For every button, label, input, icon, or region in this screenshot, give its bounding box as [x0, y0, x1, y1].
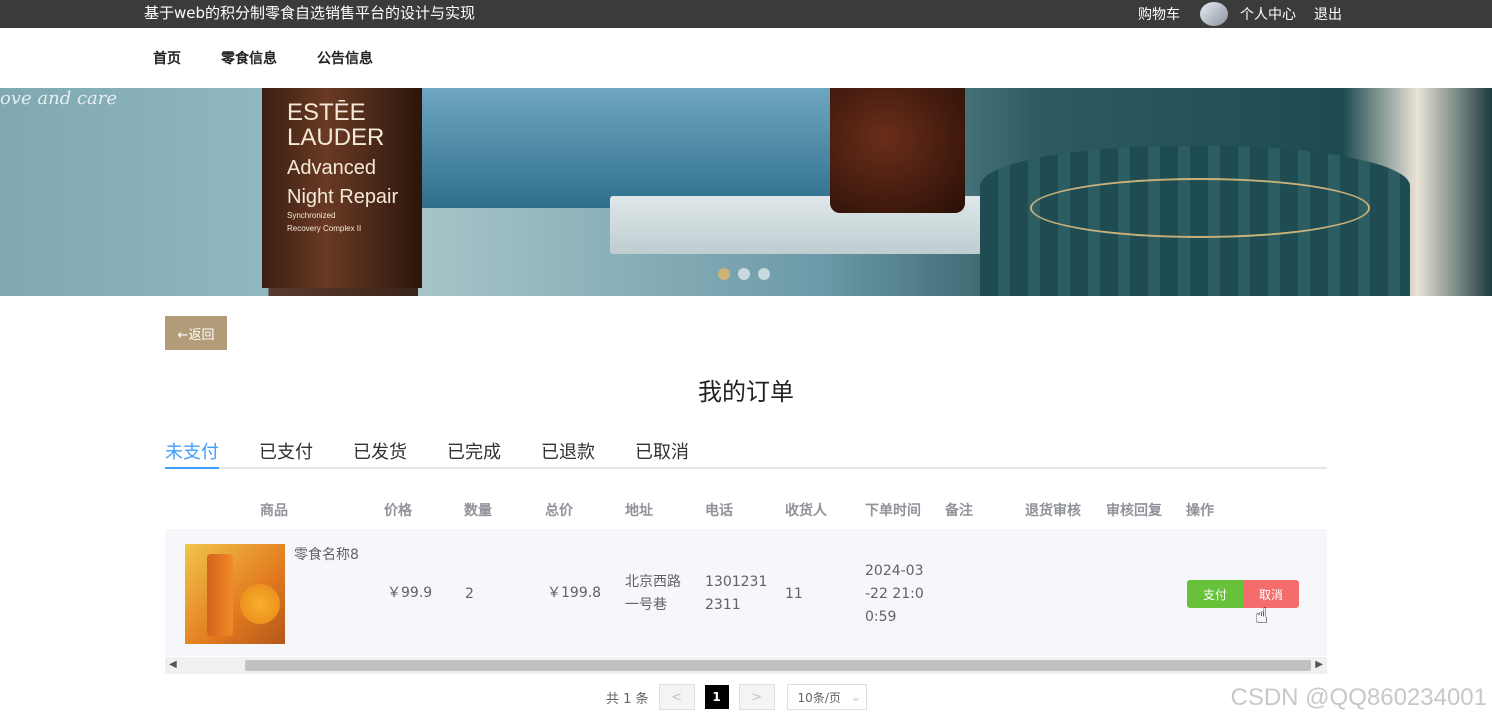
column-header: 商品: [260, 503, 288, 519]
order-time-line: 0:59: [865, 609, 897, 625]
address-line: 一号巷: [625, 597, 667, 613]
banner-brand-2: LAUDER: [287, 124, 385, 152]
cart-link[interactable]: 购物车: [1138, 4, 1180, 24]
banner-brand-1: ESTĒE: [287, 99, 366, 126]
nav-item-notices[interactable]: 公告信息: [317, 48, 373, 68]
order-time-line: 2024-03: [865, 563, 924, 579]
column-header: 退货审核: [1025, 503, 1081, 519]
tab-cancelled[interactable]: 已取消: [635, 438, 689, 464]
banner-jar: [830, 88, 965, 213]
page-number-current[interactable]: 1: [704, 685, 729, 709]
cancel-button[interactable]: 取消: [1243, 580, 1299, 608]
product-chips-graphic: [240, 584, 280, 624]
order-time-line: -22 21:0: [865, 586, 924, 602]
tab-refunded[interactable]: 已退款: [541, 438, 595, 464]
nav-item-home[interactable]: 首页: [153, 48, 181, 68]
scroll-right-icon[interactable]: ▶: [1315, 659, 1323, 670]
table-header: 商品 价格 数量 总价 地址 电话 收货人 下单时间 备注 退货审核 审核回复 …: [165, 488, 1327, 531]
column-header: 总价: [545, 503, 573, 519]
prev-page-button[interactable]: <: [658, 684, 695, 710]
carousel-dot[interactable]: [738, 268, 750, 280]
watermark-text: CSDN @QQ860234001: [1230, 684, 1488, 711]
scrollbar-thumb[interactable]: [245, 660, 1311, 671]
quantity-cell: 2: [465, 586, 474, 602]
total-cell: ￥199.8: [547, 585, 602, 601]
horizontal-scrollbar[interactable]: ◀ ▶: [165, 657, 1327, 674]
product-thumbnail[interactable]: [185, 544, 285, 644]
pagination-total: 共 1 条: [606, 691, 649, 707]
orders-table: 商品 价格 数量 总价 地址 电话 收货人 下单时间 备注 退货审核 审核回复 …: [165, 488, 1327, 656]
tab-unpaid[interactable]: 未支付: [165, 438, 219, 464]
phone-line: 2311: [705, 597, 741, 613]
column-header: 审核回复: [1106, 503, 1162, 519]
user-center-link[interactable]: 个人中心: [1240, 4, 1296, 24]
product-can-graphic: [207, 554, 233, 636]
scroll-left-icon[interactable]: ◀: [169, 659, 177, 670]
main-nav: 首页 零食信息 公告信息: [0, 28, 1492, 88]
product-name[interactable]: 零食名称8: [294, 544, 359, 567]
phone-cell: 1301231 2311: [705, 571, 767, 617]
column-header: 备注: [945, 503, 973, 519]
banner-carousel[interactable]: ESTĒE LAUDER Advanced Night Repair Synch…: [0, 88, 1492, 296]
column-header: 操作: [1186, 503, 1214, 519]
banner-ring: [1030, 178, 1370, 238]
price-cell: ￥99.9: [387, 585, 433, 601]
banner-product-1: Advanced: [287, 157, 376, 180]
column-header: 数量: [464, 503, 492, 519]
page-title: 我的订单: [698, 378, 794, 406]
banner-bottle-text: ESTĒE LAUDER Advanced Night Repair Synch…: [287, 100, 398, 233]
banner-product-2: Night Repair: [287, 186, 399, 209]
receiver-cell: 11: [785, 586, 803, 602]
tab-active-indicator: [165, 467, 219, 469]
top-right-links: 购物车 个人中心 退出: [1120, 2, 1342, 26]
address-cell: 北京西路 一号巷: [625, 571, 681, 617]
column-header: 地址: [625, 503, 653, 519]
order-status-tabs: 未支付 已支付 已发货 已完成 已退款 已取消: [165, 436, 1327, 469]
nav-item-snacks[interactable]: 零食信息: [221, 48, 277, 68]
logout-link[interactable]: 退出: [1314, 4, 1342, 24]
column-header: 电话: [705, 503, 733, 519]
page-size-select[interactable]: 10条/页 ⌄: [786, 684, 867, 710]
banner-product-4: Recovery Complex II: [287, 223, 362, 233]
back-button[interactable]: ←返回: [165, 316, 227, 350]
page-size-value: 10条/页: [797, 690, 841, 705]
carousel-dot[interactable]: [718, 268, 730, 280]
next-page-button[interactable]: >: [738, 684, 775, 710]
pagination: 共 1 条 < 1 > 10条/页 ⌄: [606, 684, 867, 710]
phone-line: 1301231: [705, 574, 768, 590]
column-header: 下单时间: [865, 503, 921, 519]
site-title: 基于web的积分制零食自选销售平台的设计与实现: [144, 4, 476, 22]
carousel-dots: [718, 268, 770, 280]
column-header: 价格: [384, 503, 412, 519]
banner-watermark: ove and care: [0, 88, 118, 109]
avatar[interactable]: [1200, 2, 1228, 26]
order-time-cell: 2024-03 -22 21:0 0:59: [865, 560, 924, 629]
table-row: 零食名称8 ￥99.9 2 ￥199.8 北京西路 一号巷 1301231 23…: [165, 532, 1327, 656]
tab-paid[interactable]: 已支付: [259, 438, 313, 464]
hand-pointer-icon: ☝: [1255, 604, 1269, 629]
tab-completed[interactable]: 已完成: [447, 438, 501, 464]
tab-shipped[interactable]: 已发货: [353, 438, 407, 464]
address-line: 北京西路: [625, 574, 681, 590]
banner-product-3: Synchronized: [287, 211, 336, 221]
chevron-down-icon: ⌄: [850, 690, 861, 704]
pay-button[interactable]: 支付: [1187, 580, 1243, 608]
top-bar: 基于web的积分制零食自选销售平台的设计与实现 购物车 个人中心 退出: [0, 0, 1492, 28]
carousel-dot[interactable]: [758, 268, 770, 280]
column-header: 收货人: [785, 503, 827, 519]
